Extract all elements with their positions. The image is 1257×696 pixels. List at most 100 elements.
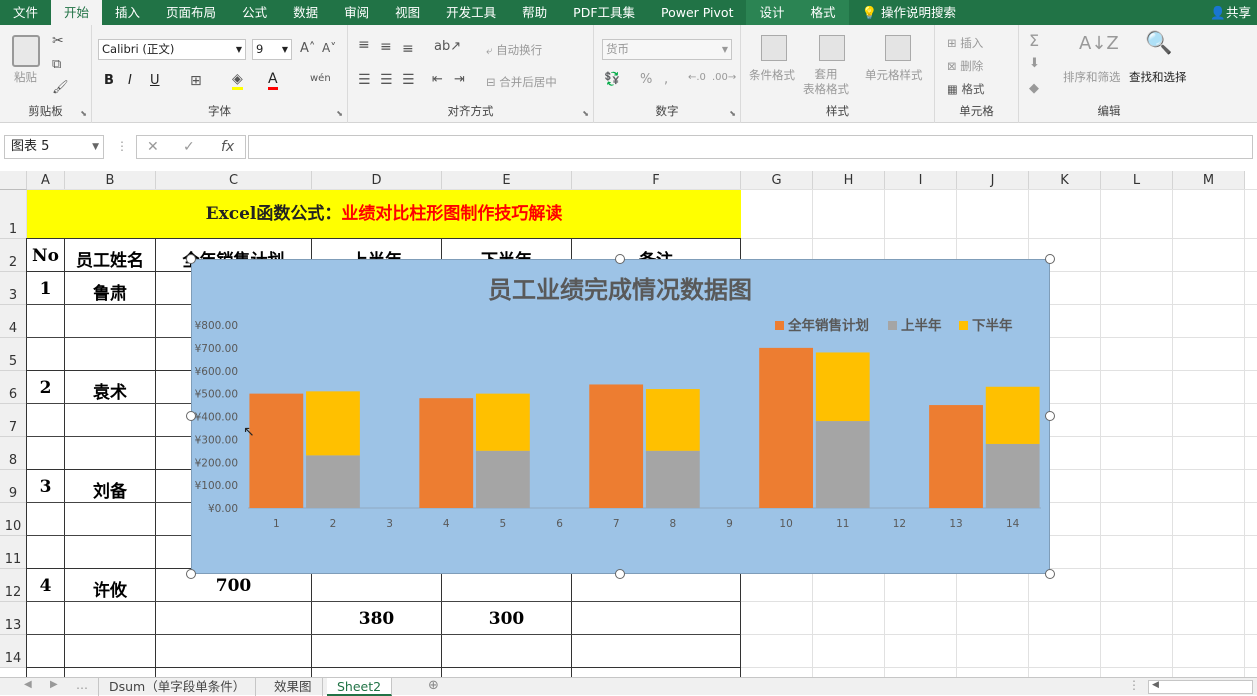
row-header[interactable]: 6 bbox=[0, 371, 27, 404]
cell-no[interactable]: 2 bbox=[27, 378, 64, 398]
number-launcher-icon[interactable]: ⬊ bbox=[729, 109, 736, 118]
column-header[interactable]: C bbox=[156, 171, 312, 190]
column-header[interactable]: L bbox=[1101, 171, 1173, 190]
row-header[interactable]: 10 bbox=[0, 503, 27, 536]
resize-handle[interactable] bbox=[186, 411, 196, 421]
decrease-font-icon[interactable]: A˅ bbox=[322, 41, 336, 55]
row-header[interactable]: 2 bbox=[0, 239, 27, 272]
align-middle-icon[interactable]: ≡ bbox=[380, 39, 392, 55]
column-header[interactable]: A bbox=[27, 171, 65, 190]
tab-home[interactable]: 开始 bbox=[51, 0, 103, 25]
sheet-tab-effect[interactable]: 效果图 bbox=[264, 678, 323, 696]
clipboard-launcher-icon[interactable]: ⬊ bbox=[80, 109, 87, 118]
cell-name[interactable]: 鲁肃 bbox=[65, 279, 155, 304]
cell-styles-button[interactable]: 单元格样式 bbox=[865, 67, 923, 83]
tab-data[interactable]: 数据 bbox=[280, 0, 331, 25]
column-header[interactable]: I bbox=[885, 171, 957, 190]
tab-view[interactable]: 视图 bbox=[382, 0, 433, 25]
resize-handle[interactable] bbox=[615, 569, 625, 579]
comma-icon[interactable]: , bbox=[664, 72, 668, 87]
horizontal-scrollbar[interactable]: ◀ bbox=[1148, 680, 1253, 694]
cell-name[interactable]: 刘备 bbox=[65, 477, 155, 502]
percent-icon[interactable]: % bbox=[640, 72, 652, 87]
row-header[interactable]: 12 bbox=[0, 569, 27, 602]
sort-filter-button[interactable]: 排序和筛选 bbox=[1063, 69, 1121, 85]
column-header[interactable]: G bbox=[741, 171, 813, 190]
tab-format[interactable]: 格式 bbox=[797, 0, 849, 25]
enter-icon[interactable]: ✓ bbox=[183, 136, 195, 158]
cell-h2[interactable]: 300 bbox=[442, 609, 571, 629]
cell-no[interactable]: 4 bbox=[27, 576, 64, 596]
row-header[interactable]: 1 bbox=[0, 190, 27, 239]
border-icon[interactable]: ⊞ bbox=[190, 73, 202, 89]
share-button[interactable]: 👤共享 bbox=[1210, 0, 1251, 25]
column-header[interactable]: D bbox=[312, 171, 442, 190]
tab-file[interactable]: 文件 bbox=[0, 0, 51, 25]
resize-handle[interactable] bbox=[186, 569, 196, 579]
bold-button[interactable]: B bbox=[104, 73, 114, 88]
number-format-select[interactable]: 货币 ▼ bbox=[602, 39, 732, 60]
resize-handle[interactable] bbox=[186, 254, 196, 264]
orientation-icon[interactable]: ab↗ bbox=[434, 39, 461, 54]
increase-font-icon[interactable]: A˄ bbox=[300, 41, 315, 56]
decrease-indent-icon[interactable]: ⇤ bbox=[432, 72, 443, 87]
underline-button[interactable]: U bbox=[150, 73, 160, 88]
italic-button[interactable]: I bbox=[128, 73, 132, 88]
merge-center-button[interactable]: ⊟ 合并后居中 bbox=[486, 74, 557, 90]
tab-power-pivot[interactable]: Power Pivot bbox=[648, 0, 746, 25]
autosum-icon[interactable]: Σ bbox=[1029, 31, 1039, 50]
add-sheet-icon[interactable]: ⊕ bbox=[428, 678, 439, 693]
cancel-icon[interactable]: ✕ bbox=[147, 136, 159, 158]
column-header[interactable]: K bbox=[1029, 171, 1101, 190]
font-name-select[interactable]: Calibri (正文) ▼ bbox=[98, 39, 246, 60]
more-sheets-icon[interactable]: … bbox=[76, 678, 88, 692]
row-header[interactable]: 4 bbox=[0, 305, 27, 338]
format-cells-button[interactable]: ▦ 格式 bbox=[947, 81, 985, 97]
format-as-table-button[interactable]: 套用 表格格式 bbox=[803, 67, 849, 97]
column-header[interactable]: F bbox=[572, 171, 741, 190]
conditional-format-button[interactable]: 条件格式 bbox=[749, 67, 795, 83]
find-select-button[interactable]: 查找和选择 bbox=[1129, 69, 1187, 85]
align-center-icon[interactable]: ☰ bbox=[380, 72, 393, 88]
paste-button[interactable]: 粘贴 bbox=[14, 69, 37, 85]
tab-review[interactable]: 审阅 bbox=[331, 0, 382, 25]
insert-function-icon[interactable]: fx bbox=[221, 136, 234, 158]
tab-help[interactable]: 帮助 bbox=[509, 0, 560, 25]
align-left-icon[interactable]: ☰ bbox=[358, 72, 371, 88]
row-header[interactable]: 5 bbox=[0, 338, 27, 371]
tab-pdf-tools[interactable]: PDF工具集 bbox=[560, 0, 648, 25]
copy-icon[interactable]: ⧉ bbox=[52, 57, 61, 72]
cell-no[interactable]: 1 bbox=[27, 279, 64, 299]
fill-icon[interactable]: ⬇ bbox=[1029, 56, 1040, 71]
wrap-text-button[interactable]: ⤶ 自动换行 bbox=[486, 42, 542, 58]
row-header[interactable]: 13 bbox=[0, 602, 27, 635]
tab-splitter-icon[interactable]: ⋮ bbox=[1128, 678, 1140, 692]
row-header[interactable]: 11 bbox=[0, 536, 27, 569]
delete-cells-button[interactable]: ⊠ 删除 bbox=[947, 58, 983, 74]
name-box[interactable]: 图表 5 ▼ bbox=[4, 135, 104, 159]
sheet-title-cell[interactable]: Excel函数公式：业绩对比柱形图制作技巧解读 bbox=[27, 190, 741, 239]
column-header[interactable]: J bbox=[957, 171, 1029, 190]
chart-object[interactable]: 员工业绩完成情况数据图 ¥0.00 ¥100.00 ¥200.00 ¥300.00 ¥40… bbox=[191, 259, 1050, 574]
accounting-icon[interactable]: 💱 bbox=[604, 72, 620, 87]
tab-developer[interactable]: 开发工具 bbox=[433, 0, 509, 25]
decrease-decimal-icon[interactable]: .00→ bbox=[712, 72, 736, 83]
scroll-left-icon[interactable]: ◀ bbox=[1152, 680, 1159, 690]
font-launcher-icon[interactable]: ⬊ bbox=[336, 109, 343, 118]
tab-design[interactable]: 设计 bbox=[746, 0, 798, 25]
align-right-icon[interactable]: ☰ bbox=[402, 72, 415, 88]
increase-indent-icon[interactable]: ⇥ bbox=[454, 72, 465, 87]
resize-handle[interactable] bbox=[1045, 254, 1055, 264]
next-sheet-icon[interactable]: ▶ bbox=[50, 679, 58, 690]
tab-page-layout[interactable]: 页面布局 bbox=[153, 0, 229, 25]
cell-plan[interactable]: 700 bbox=[156, 576, 311, 596]
resize-handle[interactable] bbox=[1045, 411, 1055, 421]
column-header[interactable]: E bbox=[442, 171, 572, 190]
sheet-tab-dsum[interactable]: Dsum（单字段单条件） bbox=[98, 678, 257, 696]
header-no[interactable]: No bbox=[27, 246, 64, 266]
tab-insert[interactable]: 插入 bbox=[102, 0, 153, 25]
formula-input[interactable] bbox=[248, 135, 1253, 159]
alignment-launcher-icon[interactable]: ⬊ bbox=[582, 109, 589, 118]
cut-icon[interactable]: ✂ bbox=[52, 33, 64, 49]
font-size-select[interactable]: 9 ▼ bbox=[252, 39, 292, 60]
